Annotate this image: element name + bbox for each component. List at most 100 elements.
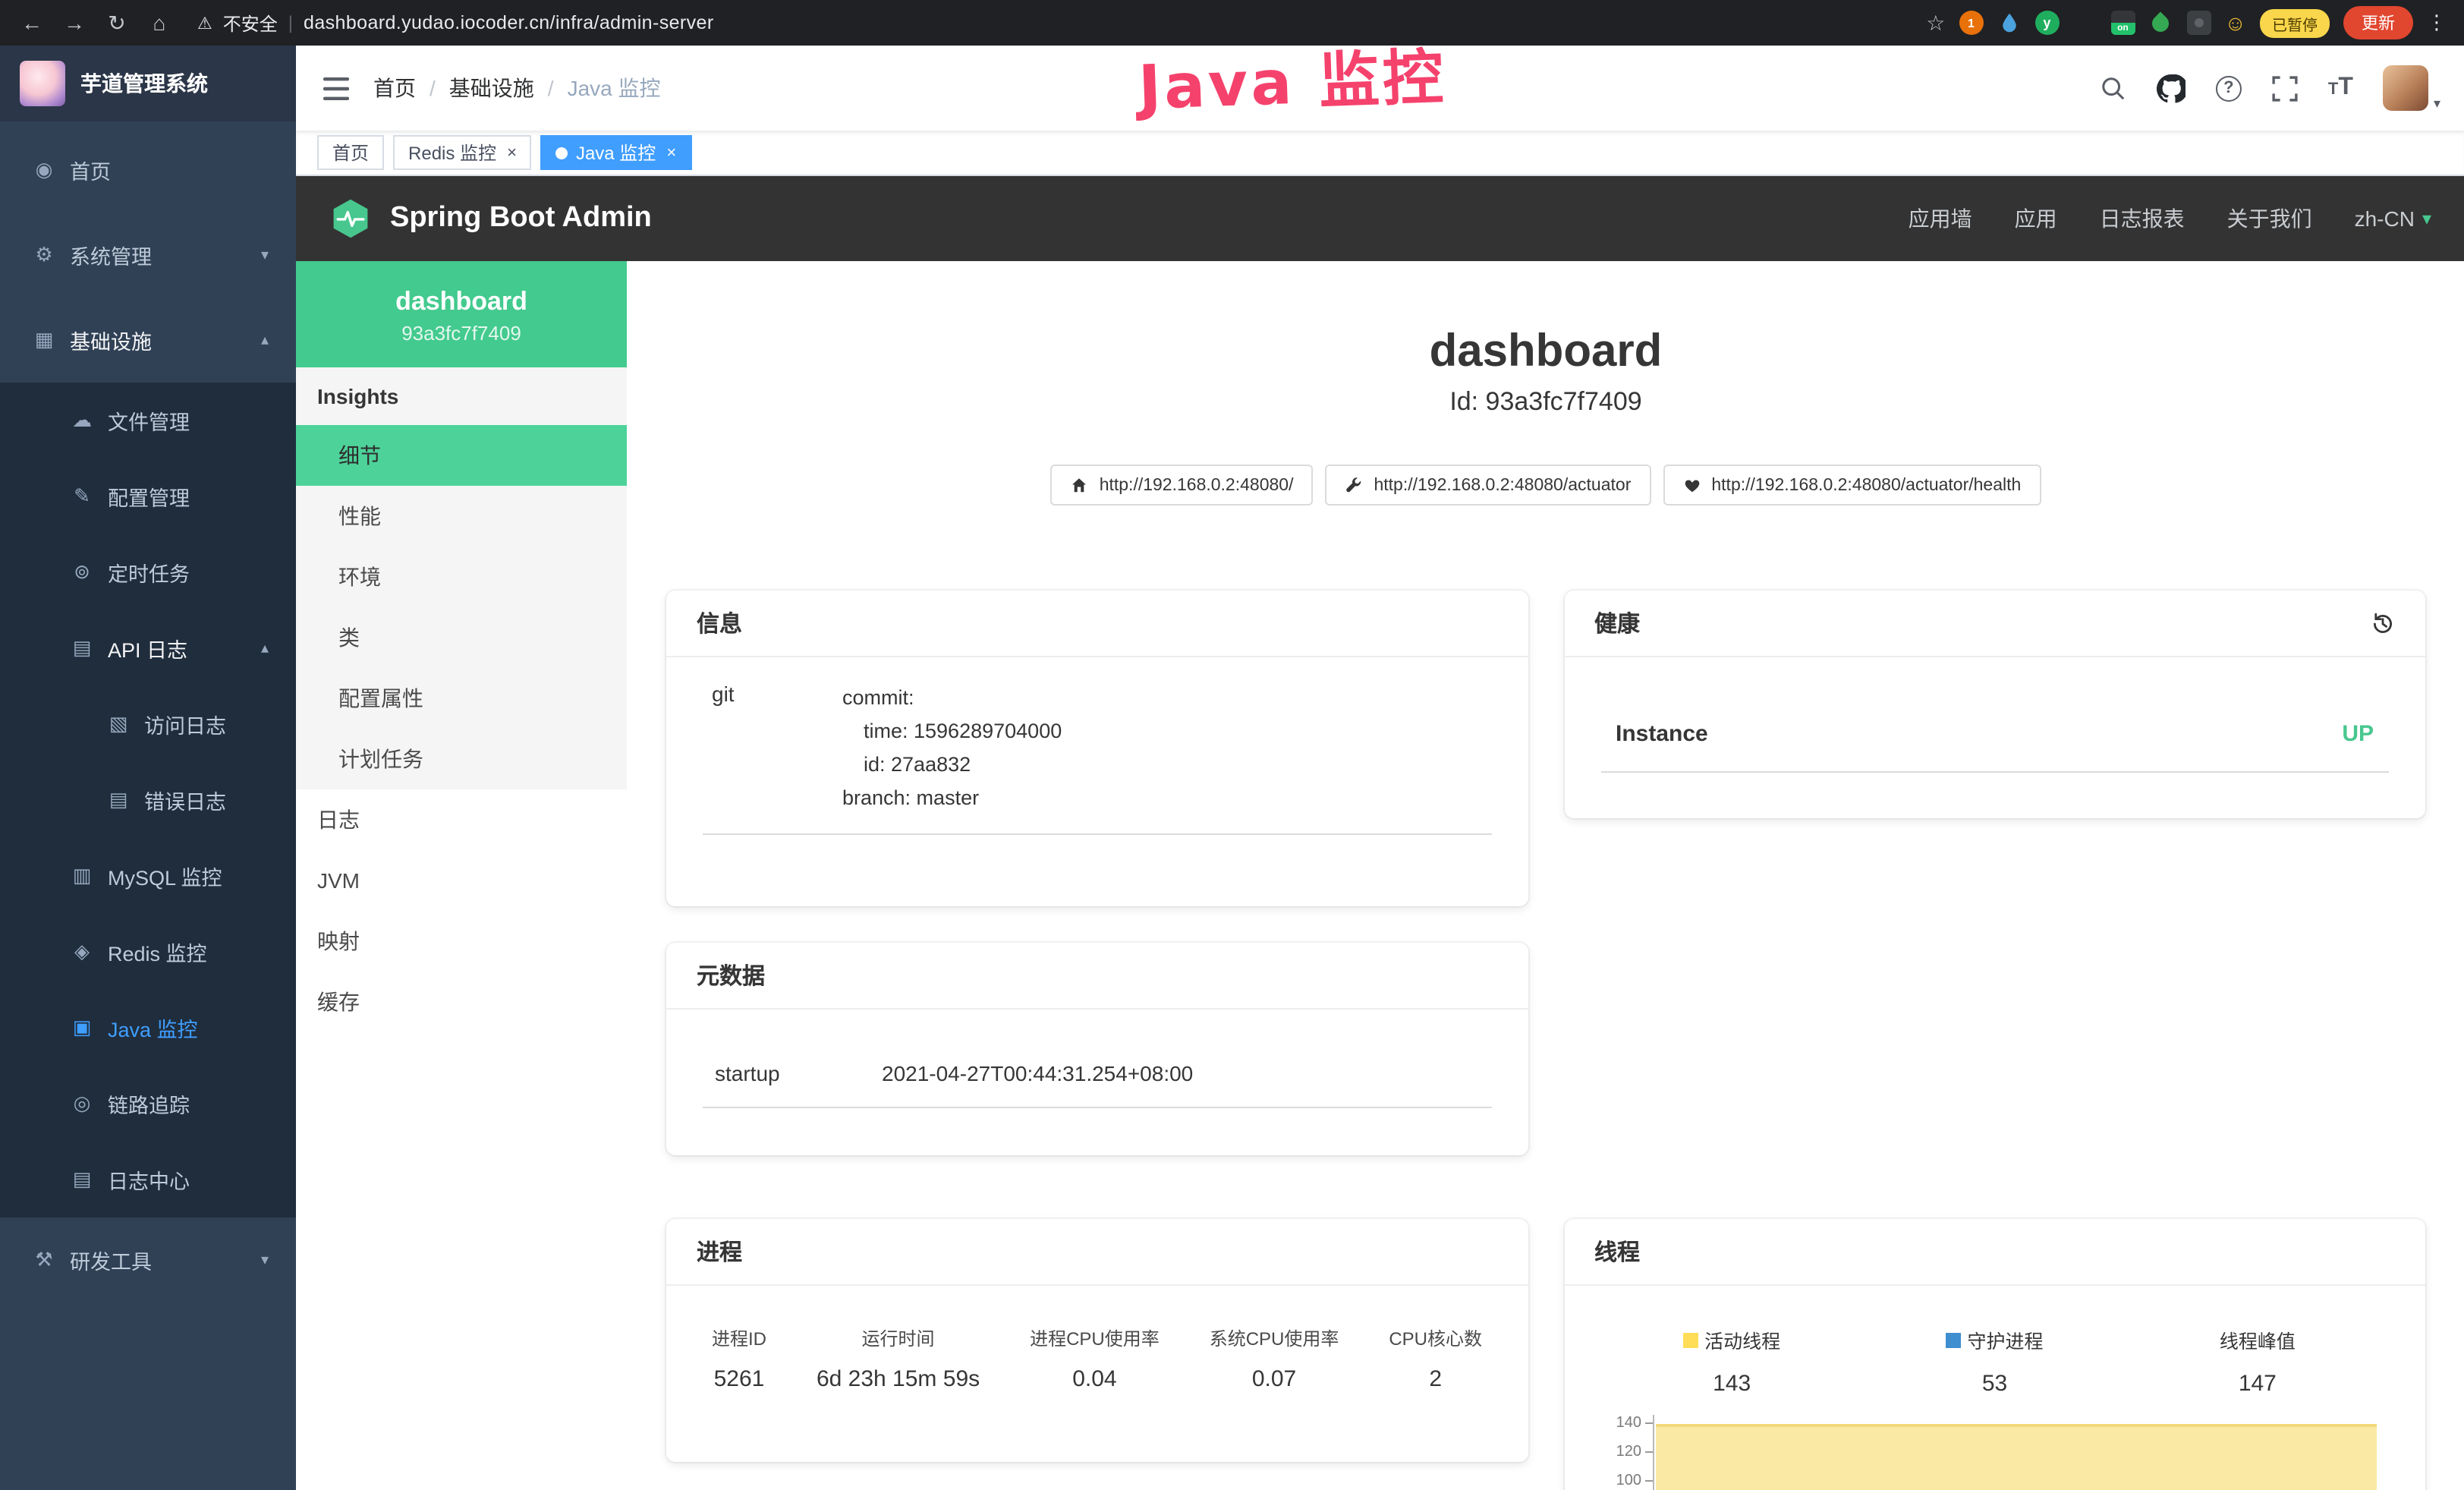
health-link[interactable]: http://192.168.0.2:48080/actuator/health xyxy=(1663,465,2041,506)
fullscreen-icon[interactable] xyxy=(2272,75,2298,101)
sidebar-item-label: 文件管理 xyxy=(108,405,190,436)
bookmark-star-icon[interactable]: ☆ xyxy=(1926,10,1945,36)
hamburger-menu-icon[interactable] xyxy=(323,77,349,99)
chrome-update-button[interactable]: 更新 xyxy=(2343,6,2413,39)
sba-language-select[interactable]: zh-CN ▾ xyxy=(2355,206,2431,231)
extension-icon-puzzle[interactable] xyxy=(2186,11,2211,35)
address-divider: | xyxy=(288,12,293,33)
search-icon[interactable] xyxy=(2101,75,2126,101)
sba-nav-about[interactable]: 关于我们 xyxy=(2227,203,2312,234)
stat-value: 0.04 xyxy=(1030,1366,1160,1392)
tab-redis-monitor[interactable]: Redis 监控 × xyxy=(393,135,532,170)
sba-menu-item-details[interactable]: 细节 xyxy=(296,425,627,486)
sidebar-item-java-monitor[interactable]: ▣ Java 监控 xyxy=(0,990,296,1066)
breadcrumb-separator: / xyxy=(548,76,554,100)
actuator-link[interactable]: http://192.168.0.2:48080/actuator xyxy=(1325,465,1651,506)
extension-icon-switch[interactable]: on xyxy=(2110,11,2135,35)
sidebar-item-api-logs[interactable]: ▤ API 日志 ▴ xyxy=(0,610,296,686)
breadcrumb-home[interactable]: 首页 xyxy=(373,73,416,103)
gear-icon: ⚙ xyxy=(32,243,56,267)
sba-app-header[interactable]: dashboard 93a3fc7f7409 xyxy=(296,261,627,367)
sidebar-item-log-center[interactable]: ▤ 日志中心 xyxy=(0,1142,296,1218)
app-logo[interactable]: 芋道管理系统 xyxy=(0,46,296,121)
sba-menu-item-config-props[interactable]: 配置属性 xyxy=(296,668,627,729)
redis-icon: ◈ xyxy=(70,940,94,964)
sba-nav-journal[interactable]: 日志报表 xyxy=(2100,203,2185,234)
instance-health-row[interactable]: Instance UP xyxy=(1600,721,2389,773)
health-card-title: 健康 xyxy=(1594,607,1640,639)
tab-java-monitor[interactable]: Java 监控 × xyxy=(541,135,691,170)
history-icon[interactable] xyxy=(2371,611,2395,635)
sidebar-item-tracing[interactable]: ◎ 链路追踪 xyxy=(0,1066,296,1142)
instance-home-link[interactable]: http://192.168.0.2:48080/ xyxy=(1051,465,1314,506)
process-card: 进程 进程ID 5261 xyxy=(666,1219,1528,1462)
sidebar-item-scheduled-jobs[interactable]: ⊚ 定时任务 xyxy=(0,534,296,610)
sidebar-item-access-logs[interactable]: ▧ 访问日志 xyxy=(0,686,296,762)
extension-icon-leaf[interactable] xyxy=(2148,11,2173,35)
extension-icon-grid[interactable] xyxy=(2072,11,2097,35)
extension-icon-orange[interactable]: 1 xyxy=(1959,11,1983,35)
sba-menu-item-performance[interactable]: 性能 xyxy=(296,486,627,547)
stat-process-cpu: 进程CPU使用率 0.04 xyxy=(1030,1325,1160,1392)
startup-label: startup xyxy=(715,1061,882,1085)
git-value: commit: time: 1596289704000 id: 27aa832 … xyxy=(842,682,1062,815)
tags-view: 首页 Redis 监控 × Java 监控 × xyxy=(296,131,2464,176)
close-icon[interactable]: × xyxy=(666,143,676,162)
extension-icon-drop[interactable] xyxy=(1997,11,2021,35)
sidebar-item-mysql-monitor[interactable]: ▥ MySQL 监控 xyxy=(0,838,296,914)
info-card-title: 信息 xyxy=(697,607,742,639)
stat-label: 进程CPU使用率 xyxy=(1030,1325,1160,1351)
sba-nav-wallboard[interactable]: 应用墙 xyxy=(1909,203,1972,234)
sidebar-item-home[interactable]: ◉ 首页 xyxy=(0,128,296,213)
legend-label: 守护进程 xyxy=(1968,1325,2044,1354)
back-button[interactable]: ← xyxy=(18,11,46,35)
forward-button[interactable]: → xyxy=(61,11,88,35)
sba-content: dashboard Id: 93a3fc7f7409 http://192.16… xyxy=(627,261,2464,1490)
breadcrumb-infrastructure[interactable]: 基础设施 xyxy=(449,73,534,103)
sidebar-item-error-logs[interactable]: ▤ 错误日志 xyxy=(0,762,296,838)
sba-menu-item-jvm[interactable]: JVM xyxy=(296,850,627,911)
close-icon[interactable]: × xyxy=(507,143,517,162)
metadata-card-header: 元数据 xyxy=(666,943,1528,1010)
logo-avatar xyxy=(20,61,65,106)
sidebar-item-file-mgmt[interactable]: ☁ 文件管理 xyxy=(0,383,296,458)
sba-menu-item-logs[interactable]: 日志 xyxy=(296,789,627,850)
user-menu[interactable]: ▾ xyxy=(2384,65,2440,112)
sba-app-id: 93a3fc7f7409 xyxy=(311,322,612,345)
sidebar-item-redis-monitor[interactable]: ◈ Redis 监控 xyxy=(0,914,296,990)
chevron-up-icon: ▴ xyxy=(261,332,269,348)
avatar xyxy=(2384,65,2429,110)
home-button[interactable]: ⌂ xyxy=(146,11,173,35)
extension-icon-y[interactable]: y xyxy=(2034,11,2059,35)
sba-menu-item-caches[interactable]: 缓存 xyxy=(296,972,627,1032)
home-icon xyxy=(1071,476,1089,494)
sba-menu-item-scheduled-tasks[interactable]: 计划任务 xyxy=(296,729,627,789)
github-icon[interactable] xyxy=(2157,74,2186,102)
tab-label: 首页 xyxy=(332,140,369,165)
smiley-extension-icon[interactable]: ☺ xyxy=(2224,12,2246,33)
timer-icon: ⊚ xyxy=(70,560,94,584)
tab-label: Redis 监控 xyxy=(408,140,496,165)
help-icon[interactable]: ? xyxy=(2216,75,2242,101)
text-size-icon[interactable]: TT xyxy=(2328,74,2353,102)
browser-menu-icon[interactable]: ⋮ xyxy=(2427,11,2447,35)
sidebar-item-infrastructure[interactable]: ▦ 基础设施 ▴ xyxy=(0,298,296,383)
threads-chart-plot xyxy=(1652,1415,2389,1490)
cards-grid: 信息 git commit: time: 1596289704000 xyxy=(627,591,2464,1490)
reload-button[interactable]: ↻ xyxy=(103,10,131,36)
annotation-java-monitor: Java 监控 xyxy=(1137,28,1448,127)
error-log-icon: ▤ xyxy=(106,788,131,812)
sidebar-item-label: 链路追踪 xyxy=(108,1088,190,1119)
sba-menu-item-environment[interactable]: 环境 xyxy=(296,547,627,607)
sba-menu-item-classes[interactable]: 类 xyxy=(296,607,627,668)
sba-brand[interactable]: Spring Boot Admin xyxy=(329,197,652,240)
sidebar-item-system-mgmt[interactable]: ⚙ 系统管理 ▾ xyxy=(0,213,296,298)
tab-home[interactable]: 首页 xyxy=(317,135,384,170)
sba-nav-applications[interactable]: 应用 xyxy=(2015,203,2057,234)
sidebar-item-dev-tools[interactable]: ⚒ 研发工具 ▾ xyxy=(0,1218,296,1303)
sba-menu-item-mappings[interactable]: 映射 xyxy=(296,911,627,972)
sidebar-item-config-mgmt[interactable]: ✎ 配置管理 xyxy=(0,458,296,534)
legend-value: 143 xyxy=(1600,1370,1863,1396)
address-bar[interactable]: ⚠ 不安全 | dashboard.yudao.iocoder.cn/infra… xyxy=(197,10,714,36)
sba-section-label: Insights xyxy=(296,367,627,425)
